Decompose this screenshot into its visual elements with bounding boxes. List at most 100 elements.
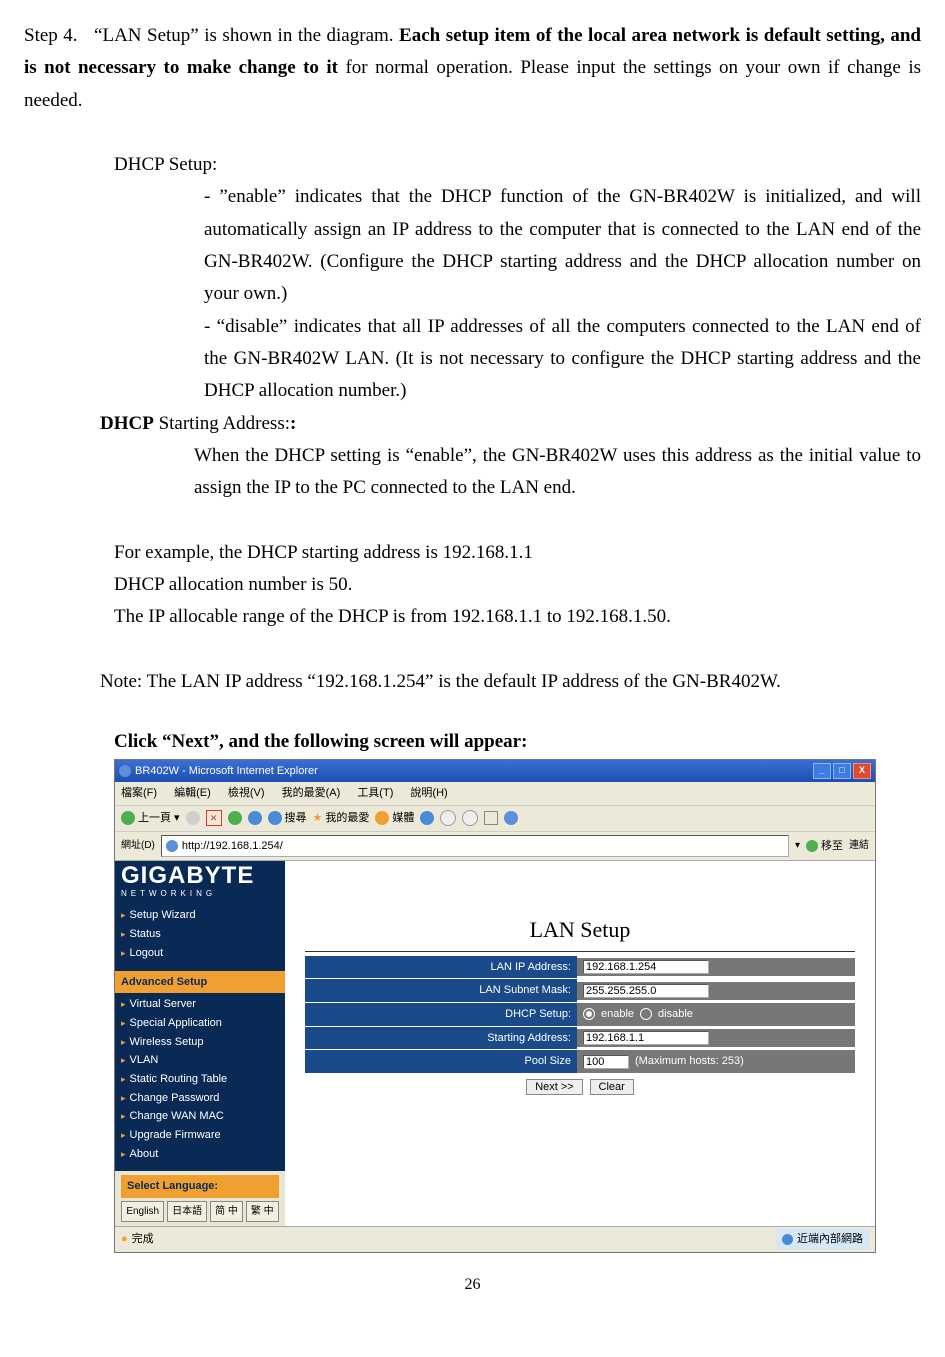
dhcp-starting-address-heading: DHCP Starting Address:: [100,408,921,440]
row-starting-address: Starting Address: [305,1027,855,1050]
row-subnet: LAN Subnet Mask: [305,979,855,1002]
radio-dhcp-disable[interactable] [640,1008,652,1020]
lang-simp-chinese[interactable]: 简 中 [210,1201,243,1222]
click-next-caption: Click “Next”, and the following screen w… [114,726,921,758]
sidebar-item-virtual-server[interactable]: Virtual Server [121,995,279,1014]
input-pool-size[interactable] [583,1055,629,1069]
page-title: LAN Setup [305,911,855,951]
sidebar-item-static-routing[interactable]: Static Routing Table [121,1070,279,1089]
search-button[interactable]: 搜尋 [268,809,307,828]
sidebar-item-change-wan-mac[interactable]: Change WAN MAC [121,1107,279,1126]
dhcp-setup-heading: DHCP Setup: [114,149,921,181]
row-pool-size: Pool Size (Maximum hosts: 253) [305,1050,855,1073]
lang-japanese[interactable]: 日本語 [167,1201,207,1222]
step-text-a: “LAN Setup” is shown in the diagram. [94,25,399,46]
form-buttons: Next >> Clear [305,1079,855,1096]
sidebar-item-upgrade-firmware[interactable]: Upgrade Firmware [121,1126,279,1145]
menu-edit[interactable]: 編輯(E) [174,787,211,799]
label-dhcp: DHCP Setup: [305,1003,577,1026]
sidebar-item-status[interactable]: Status [121,925,279,944]
example-line-3: The IP allocable range of the DHCP is fr… [114,601,921,633]
menu-help[interactable]: 說明(H) [410,787,447,799]
zone-icon [782,1234,793,1245]
page-number: 26 [24,1271,921,1298]
maximize-button[interactable]: □ [833,763,851,779]
dhcp-starting-address-desc: When the DHCP setting is “enable”, the G… [194,440,921,505]
lang-trad-chinese[interactable]: 繁 中 [246,1201,279,1222]
browser-window: BR402W - Microsoft Internet Explorer _ □… [114,759,876,1253]
star-icon: ★ [313,809,323,828]
nav-advanced-group: Virtual Server Special Application Wirel… [115,993,285,1171]
ie-icon [119,765,131,777]
example-line-2: DHCP allocation number is 50. [114,569,921,601]
history-button[interactable] [420,811,434,825]
menu-file[interactable]: 檔案(F) [121,787,157,799]
note-line: Note: The LAN IP address “192.168.1.254”… [100,666,921,698]
go-button[interactable]: 移至 [806,837,843,856]
label-lan-ip: LAN IP Address: [305,956,577,979]
zone-text: 近端內部網路 [797,1230,863,1249]
example-line-1: For example, the DHCP starting address i… [114,537,921,569]
radio-dhcp-enable[interactable] [583,1008,595,1020]
next-button[interactable]: Next >> [526,1079,583,1095]
row-dhcp-setup: DHCP Setup: enable disable [305,1003,855,1026]
input-lan-ip[interactable] [583,960,709,974]
dhcp-enable-desc: - ”enable” indicates that the DHCP funct… [204,181,921,310]
window-title: BR402W - Microsoft Internet Explorer [135,762,318,781]
sidebar-item-setup-wizard[interactable]: Setup Wizard [121,906,279,925]
address-input[interactable]: http://192.168.1.254/ [161,835,789,858]
sidebar-item-vlan[interactable]: VLAN [121,1051,279,1070]
sidebar-item-change-password[interactable]: Change Password [121,1089,279,1108]
print-button[interactable] [462,810,478,826]
menu-favorites[interactable]: 我的最愛(A) [282,787,341,799]
step-label: Step 4. [24,25,78,46]
page-icon [166,840,178,852]
back-arrow-icon [121,811,135,825]
address-label: 網址(D) [121,837,155,854]
nav-basic-group: Setup Wizard Status Logout [115,904,285,970]
input-subnet[interactable] [583,984,709,998]
refresh-button[interactable] [228,811,242,825]
sidebar-item-logout[interactable]: Logout [121,944,279,963]
sidebar-item-wireless-setup[interactable]: Wireless Setup [121,1033,279,1052]
menu-bar: 檔案(F) 編輯(E) 檢視(V) 我的最愛(A) 工具(T) 說明(H) [115,782,875,805]
done-icon: ● [121,1230,128,1249]
favorites-button[interactable]: ★ 我的最愛 [313,809,370,828]
sidebar-item-special-application[interactable]: Special Application [121,1014,279,1033]
status-bar: ● 完成 近端內部網路 [115,1226,875,1252]
lang-english[interactable]: English [121,1201,164,1222]
mail-button[interactable] [440,810,456,826]
go-arrow-icon [806,840,818,852]
clear-button[interactable]: Clear [590,1079,634,1095]
step4-paragraph: Step 4. “LAN Setup” is shown in the diag… [24,20,921,117]
close-button[interactable]: X [853,763,871,779]
sidebar: GIGABYTE NETWORKING Setup Wizard Status … [115,861,285,1226]
media-button[interactable]: 媒體 [375,809,414,828]
label-subnet: LAN Subnet Mask: [305,979,577,1002]
dhcp-disable-desc: - “disable” indicates that all IP addres… [204,311,921,408]
menu-tools[interactable]: 工具(T) [357,787,393,799]
title-bar: BR402W - Microsoft Internet Explorer _ □… [115,760,875,783]
sidebar-item-about[interactable]: About [121,1145,279,1164]
input-starting-address[interactable] [583,1031,709,1045]
stop-button[interactable]: ✕ [206,810,222,826]
radio-label-disable: disable [658,1005,693,1024]
media-icon [375,811,389,825]
home-button[interactable] [248,811,262,825]
label-pool-size: Pool Size [305,1050,577,1073]
advanced-setup-heading: Advanced Setup [115,971,285,994]
discuss-button[interactable] [504,811,518,825]
pool-size-hint: (Maximum hosts: 253) [635,1052,744,1071]
radio-label-enable: enable [601,1005,634,1024]
forward-button[interactable] [186,811,200,825]
language-selector: Select Language: English 日本語 简 中 繁 中 [115,1171,285,1226]
brand-logo: GIGABYTE NETWORKING [115,861,285,904]
edit-button[interactable] [484,811,498,825]
tool-bar: 上一頁 ▾ ✕ 搜尋 ★ 我的最愛 媒體 [115,805,875,832]
menu-view[interactable]: 檢視(V) [228,787,265,799]
minimize-button[interactable]: _ [813,763,831,779]
row-lan-ip: LAN IP Address: [305,956,855,979]
back-button[interactable]: 上一頁 ▾ [121,809,180,828]
language-heading: Select Language: [121,1175,279,1198]
links-label[interactable]: 連結 [849,837,869,854]
